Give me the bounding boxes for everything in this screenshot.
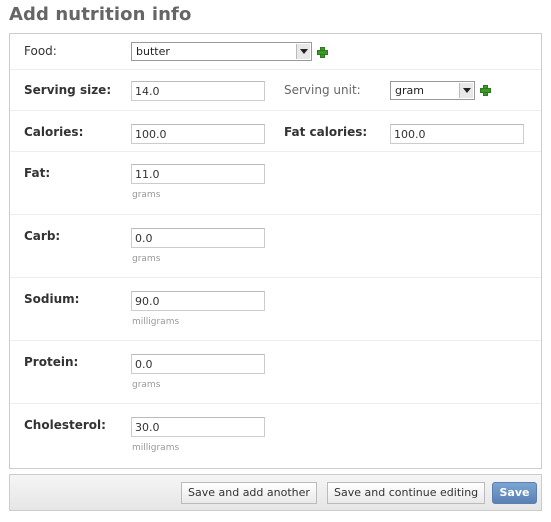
add-icon[interactable] xyxy=(480,85,491,96)
chevron-down-icon xyxy=(459,83,473,98)
carb-help: grams xyxy=(132,254,161,264)
protein-help: grams xyxy=(132,380,161,390)
food-select[interactable]: butter xyxy=(131,42,312,61)
carb-input[interactable] xyxy=(131,228,265,248)
nutrition-form: Food: butter Serving size: Serving unit:… xyxy=(9,33,542,469)
food-row: Food: butter xyxy=(10,34,541,70)
sodium-input[interactable] xyxy=(131,291,265,311)
submit-row: Save and add another Save and continue e… xyxy=(9,474,542,511)
serving-unit-value: gram xyxy=(395,84,424,97)
food-select-value: butter xyxy=(136,45,170,58)
calories-row: Calories: Fat calories: xyxy=(10,111,541,152)
cholesterol-label: Cholesterol: xyxy=(24,418,106,432)
save-and-add-another-button[interactable]: Save and add another xyxy=(181,482,317,504)
calories-input[interactable] xyxy=(131,124,265,144)
serving-unit-label: Serving unit: xyxy=(284,83,361,97)
calories-label: Calories: xyxy=(24,125,84,139)
sodium-help: milligrams xyxy=(132,317,180,327)
food-label: Food: xyxy=(24,44,57,58)
carb-label: Carb: xyxy=(24,229,61,243)
save-button[interactable]: Save xyxy=(492,482,537,504)
fat-row: Fat: grams xyxy=(10,152,541,215)
protein-label: Protein: xyxy=(24,355,79,369)
fat-calories-label: Fat calories: xyxy=(284,125,368,139)
cholesterol-input[interactable] xyxy=(131,417,265,437)
save-and-continue-button[interactable]: Save and continue editing xyxy=(327,482,486,504)
cholesterol-help: milligrams xyxy=(132,443,180,453)
carb-row: Carb: grams xyxy=(10,215,541,278)
serving-unit-select[interactable]: gram xyxy=(390,81,475,100)
fat-label: Fat: xyxy=(24,166,51,180)
add-icon[interactable] xyxy=(317,47,328,58)
cholesterol-row: Cholesterol: milligrams xyxy=(10,404,541,468)
protein-row: Protein: grams xyxy=(10,341,541,404)
protein-input[interactable] xyxy=(131,354,265,374)
sodium-label: Sodium: xyxy=(24,292,80,306)
chevron-down-icon xyxy=(296,44,310,59)
sodium-row: Sodium: milligrams xyxy=(10,278,541,341)
page-title: Add nutrition info xyxy=(9,4,192,25)
fat-help: grams xyxy=(132,190,161,200)
fat-input[interactable] xyxy=(131,164,265,184)
serving-row: Serving size: Serving unit: gram xyxy=(10,70,541,111)
serving-size-label: Serving size: xyxy=(24,83,112,97)
serving-size-input[interactable] xyxy=(131,81,265,101)
fat-calories-input[interactable] xyxy=(390,124,524,144)
